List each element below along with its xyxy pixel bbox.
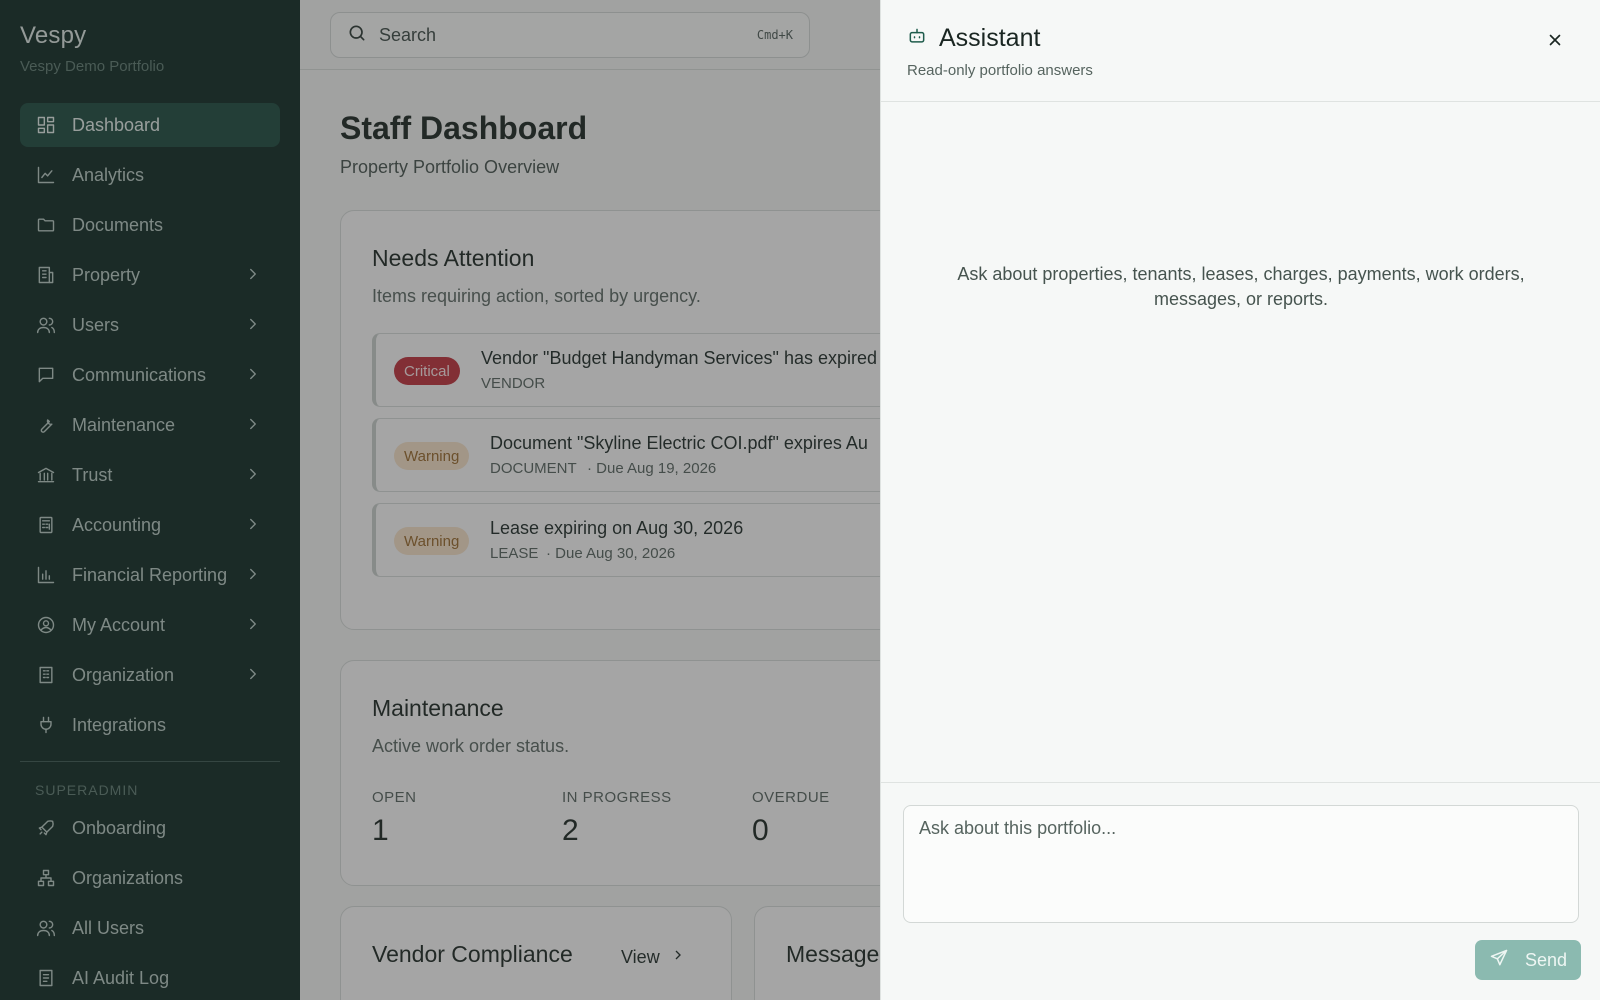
assistant-empty-message: Ask about properties, tenants, leases, c… (957, 264, 1525, 309)
assistant-title: Assistant (939, 24, 1041, 52)
assistant-panel: Assistant Read-only portfolio answers As… (880, 0, 1600, 1000)
send-button[interactable]: Send (1475, 940, 1581, 980)
bot-icon (907, 26, 927, 51)
assistant-header: Assistant Read-only portfolio answers (881, 0, 1600, 102)
assistant-subtitle: Read-only portfolio answers (907, 62, 1093, 79)
send-label: Send (1524, 949, 1568, 970)
assistant-title-wrap: Assistant (907, 24, 1040, 53)
assistant-composer: Send (881, 782, 1600, 1000)
modal-backdrop[interactable] (0, 0, 880, 1000)
close-button[interactable] (1544, 30, 1566, 52)
close-icon (1546, 31, 1564, 52)
send-icon (1489, 948, 1525, 973)
assistant-prompt-input[interactable] (903, 805, 1579, 923)
